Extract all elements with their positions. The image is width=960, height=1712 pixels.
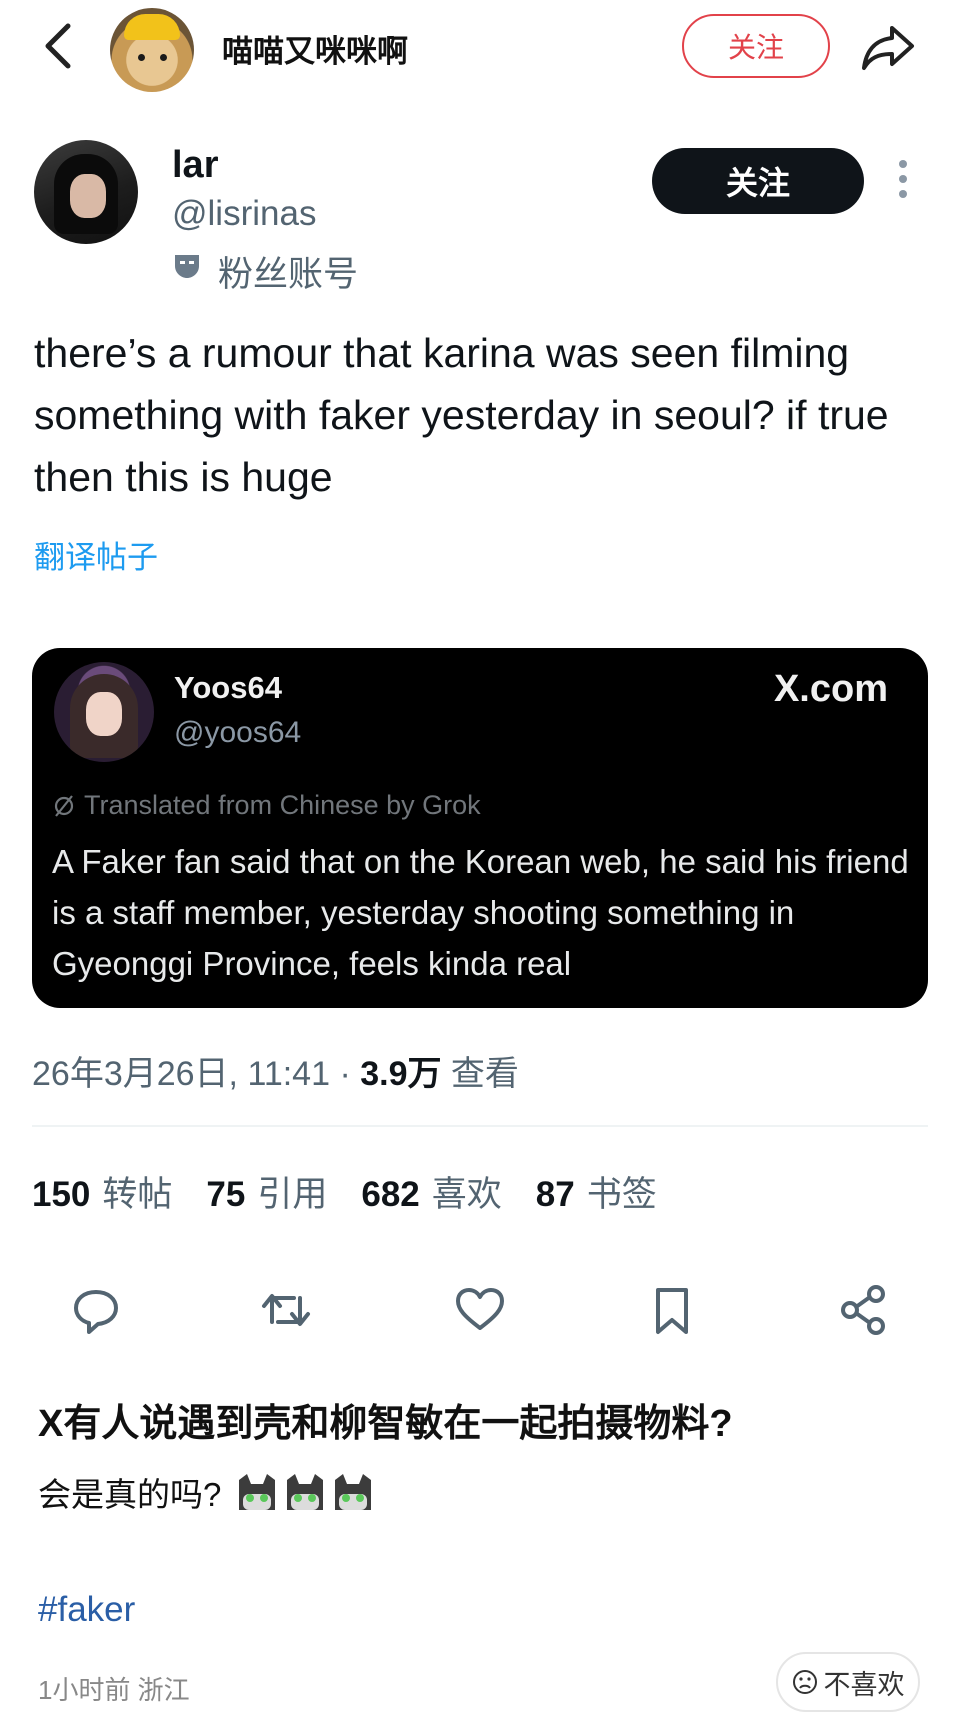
reply-button[interactable] — [68, 1282, 124, 1338]
author-avatar[interactable] — [34, 140, 138, 244]
share-post-button[interactable] — [836, 1282, 892, 1338]
hashtag-link[interactable]: #faker — [38, 1590, 135, 1630]
grok-translation-note: Translated from Chinese by Grok — [52, 790, 481, 821]
comment-icon — [74, 1290, 118, 1334]
quoted-author-handle: @yoos64 — [174, 716, 302, 749]
fan-account-mask-icon — [172, 252, 202, 280]
tweet-date-time: 26年3月26日, 11:41 · — [32, 1055, 361, 1093]
bookmark-button[interactable] — [644, 1282, 700, 1338]
back-button[interactable] — [40, 18, 80, 74]
post-title: X有人说遇到壳和柳智敏在一起拍摄物料? — [38, 1403, 733, 1445]
source-label: X.com — [773, 668, 888, 710]
post-time-location: 1小时前 浙江 — [38, 1675, 190, 1705]
follow-button[interactable]: 关注 — [682, 14, 830, 78]
dislike-button[interactable]: 不喜欢 — [776, 1652, 920, 1712]
sad-face-icon — [792, 1670, 817, 1694]
translate-post-link[interactable]: 翻译帖子 — [34, 532, 158, 577]
grok-icon — [54, 794, 74, 817]
repost-icon — [262, 1294, 310, 1326]
cat-emoji-icon — [287, 1474, 324, 1510]
tweet-meta: 26年3月26日, 11:41 · 3.9万 查看 — [32, 1046, 519, 1095]
share-button[interactable] — [860, 22, 916, 72]
post-body: 会是真的吗? — [38, 1468, 375, 1516]
repost-button[interactable] — [258, 1282, 314, 1338]
post-body-text: 会是真的吗? — [38, 1476, 222, 1513]
author-name[interactable]: lar — [172, 144, 218, 187]
quoted-author-avatar — [54, 662, 154, 762]
owner-name[interactable]: 喵喵又咪咪啊 — [222, 26, 408, 71]
author-handle[interactable]: @lisrinas — [172, 194, 316, 234]
views-count: 3.9万 — [360, 1055, 442, 1093]
tweet-follow-button[interactable]: 关注 — [652, 148, 864, 214]
share-arrow-icon — [862, 26, 914, 70]
chevron-left-icon — [45, 23, 71, 69]
like-button[interactable] — [452, 1282, 508, 1338]
cat-emoji-icon — [335, 1474, 372, 1510]
dislike-label: 不喜欢 — [823, 1669, 905, 1700]
engagement-stats: 150 转帖 75 引用 682 喜欢 87 书签 — [32, 1166, 657, 1217]
stat-quotes[interactable]: 75 引用 — [206, 1166, 327, 1217]
quoted-post-card[interactable]: Yoos64 @yoos64 X.com Translated from Chi… — [32, 648, 928, 1008]
more-options-icon[interactable] — [896, 160, 910, 200]
fan-account-label: 粉丝账号 — [218, 255, 359, 294]
owner-avatar[interactable] — [110, 8, 194, 92]
stat-bookmarks[interactable]: 87 书签 — [536, 1166, 657, 1217]
grok-note-text: Translated from Chinese by Grok — [84, 790, 481, 820]
heart-icon — [456, 1288, 504, 1330]
quoted-post-text: A Faker fan said that on the Korean web,… — [52, 843, 909, 982]
tweet-text: there’s a rumour that karina was seen fi… — [34, 330, 889, 500]
cat-emoji-icon — [239, 1474, 276, 1510]
stat-likes[interactable]: 682 喜欢 — [361, 1166, 501, 1217]
stat-reposts[interactable]: 150 转帖 — [32, 1166, 172, 1217]
views-label: 查看 — [441, 1055, 519, 1093]
divider — [32, 1125, 928, 1127]
share-nodes-icon — [841, 1285, 885, 1335]
bookmark-icon — [656, 1288, 688, 1334]
quoted-author-name: Yoos64 — [174, 670, 282, 705]
